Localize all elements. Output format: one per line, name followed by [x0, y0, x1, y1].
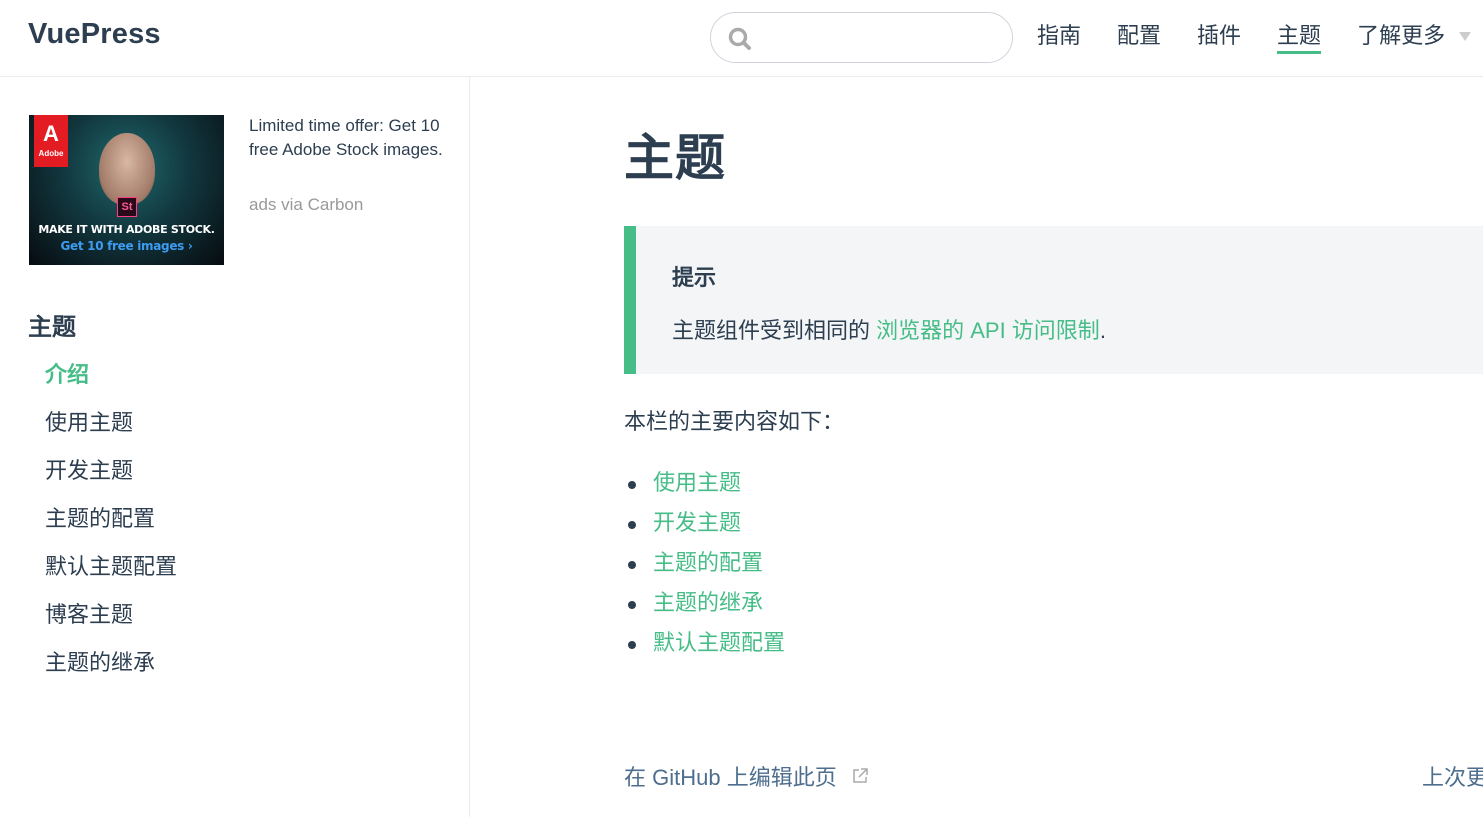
sidebar-links: 介绍 使用主题 开发主题 主题的配置 默认主题配置 博客主题 主题的继承: [45, 359, 177, 695]
toc-link-theme-config[interactable]: 主题的配置: [653, 550, 763, 575]
carbon-ad: A Adobe St MAKE IT WITH ADOBE STOCK. Get …: [28, 114, 448, 269]
ad-image-cta: Get 10 free images ›: [60, 239, 193, 253]
ad-image[interactable]: A Adobe St MAKE IT WITH ADOBE STOCK. Get …: [29, 115, 224, 265]
edit-on-github-link[interactable]: 在 GitHub 上编辑此页: [624, 760, 869, 792]
list-item: 主题的配置: [624, 546, 785, 586]
nav-item-plugin[interactable]: 插件: [1197, 20, 1241, 52]
toc-link-writing-theme[interactable]: 开发主题: [653, 510, 741, 535]
toc-link-using-theme[interactable]: 使用主题: [653, 470, 741, 495]
site-name-link[interactable]: VuePress: [28, 18, 161, 51]
sidebar-item-blog-theme[interactable]: 博客主题: [45, 599, 177, 647]
navbar: VuePress 指南 配置 插件 主题 了解更多: [0, 0, 1483, 77]
nav-item-config[interactable]: 配置: [1117, 20, 1161, 52]
tip-text-end: .: [1099, 318, 1106, 343]
nav-item-theme[interactable]: 主题: [1277, 20, 1322, 54]
nav-item-guide[interactable]: 指南: [1037, 20, 1081, 52]
external-link-icon: [852, 768, 868, 783]
search-input[interactable]: [761, 23, 1001, 53]
sidebar-item-writing-theme[interactable]: 开发主题: [45, 455, 177, 503]
ad-text-link[interactable]: Limited time offer: Get 10 free Adobe St…: [249, 114, 444, 162]
page-title: 主题: [624, 130, 726, 186]
search-box[interactable]: [710, 12, 1013, 63]
adobe-stock-icon: St: [117, 197, 137, 217]
ad-image-tagline: MAKE IT WITH ADOBE STOCK.: [38, 223, 215, 236]
sidebar-item-default-theme-config[interactable]: 默认主题配置: [45, 551, 177, 599]
ad-via-link[interactable]: ads via Carbon: [249, 195, 363, 215]
caret-down-icon: [1459, 31, 1472, 41]
tip-title: 提示: [672, 265, 717, 290]
browser-api-access-link[interactable]: 浏览器的 API 访问限制: [876, 318, 1100, 343]
tip-body: 主题组件受到相同的 浏览器的 API 访问限制.: [672, 313, 1106, 345]
intro-text: 本栏的主要内容如下：: [624, 409, 845, 434]
sidebar-item-intro[interactable]: 介绍: [45, 359, 177, 407]
sidebar-item-theme-inheritance[interactable]: 主题的继承: [45, 647, 177, 695]
edit-link-label: 在 GitHub 上编辑此页: [624, 765, 837, 790]
list-item: 开发主题: [624, 506, 785, 546]
nav-links: 指南 配置 插件 主题 了解更多: [1037, 20, 1472, 60]
sidebar: A Adobe St MAKE IT WITH ADOBE STOCK. Get …: [0, 77, 470, 817]
adobe-logo-icon: A Adobe: [34, 115, 68, 167]
sidebar-heading[interactable]: 主题: [28, 307, 76, 342]
ad-portrait: [99, 133, 155, 205]
toc-link-default-theme-config[interactable]: 默认主题配置: [653, 630, 785, 655]
list-item: 默认主题配置: [624, 626, 785, 666]
list-item: 主题的继承: [624, 586, 785, 626]
tip-container: 提示 主题组件受到相同的 浏览器的 API 访问限制.: [624, 226, 1483, 374]
sidebar-item-using-theme[interactable]: 使用主题: [45, 407, 177, 455]
tip-text: 主题组件受到相同的: [672, 318, 877, 343]
last-updated-label: 上次更: [1422, 765, 1483, 790]
search-icon: [728, 27, 751, 50]
nav-item-learn-more-label: 了解更多: [1357, 23, 1446, 48]
toc-link-theme-inheritance[interactable]: 主题的继承: [653, 590, 763, 615]
nav-item-learn-more-dropdown[interactable]: 了解更多: [1357, 20, 1472, 52]
list-item: 使用主题: [624, 466, 785, 506]
content-list: 使用主题 开发主题 主题的配置 主题的继承 默认主题配置: [624, 466, 785, 666]
sidebar-item-theme-config[interactable]: 主题的配置: [45, 503, 177, 551]
